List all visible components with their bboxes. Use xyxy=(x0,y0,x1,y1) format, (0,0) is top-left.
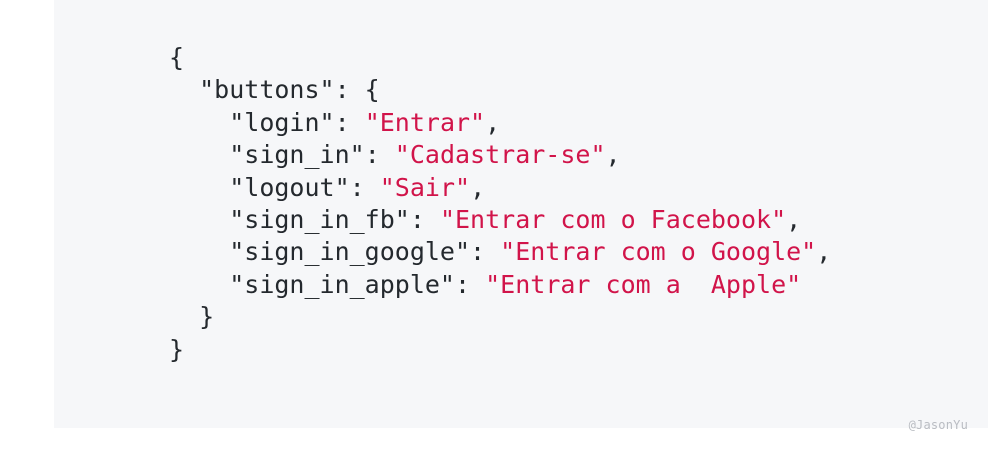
code-line-entry: "login": "Entrar", xyxy=(229,107,501,137)
code-line-outer-close: } xyxy=(169,334,831,366)
entry-trail: , xyxy=(470,172,486,202)
watermark: @JasonYu xyxy=(908,418,968,432)
entry-key: "sign_in" xyxy=(229,140,365,170)
outer-close-brace: } xyxy=(169,334,185,364)
entry-value: "Entrar" xyxy=(364,107,486,137)
entry-key: "sign_in_fb" xyxy=(229,204,410,234)
open-brace: { xyxy=(169,43,185,72)
code-line-entry: "sign_in_apple": "Entrar com a Apple" xyxy=(229,269,802,299)
entry-value: "Entrar com o Facebook" xyxy=(439,204,787,234)
entry-value: "Cadastrar-se" xyxy=(394,140,606,170)
entry-key: "logout" xyxy=(229,172,350,202)
inner-close-brace: } xyxy=(199,302,215,332)
code-line-open-brace: { xyxy=(169,42,831,74)
code-line-inner-close: } xyxy=(169,301,831,333)
code-line-entry: "sign_in_google": "Entrar com o Google", xyxy=(229,237,832,267)
entry-trail: , xyxy=(605,140,621,170)
buttons-open: : { xyxy=(334,75,380,105)
entry-value: "Sair" xyxy=(379,172,471,202)
buttons-key: "buttons" xyxy=(199,75,335,105)
entry-trail: , xyxy=(786,204,802,234)
json-code-block: { "buttons": { "login": "Entrar", "sign_… xyxy=(169,42,831,366)
code-line-entry: "logout": "Sair", xyxy=(229,172,486,202)
code-line-entry: "sign_in_fb": "Entrar com o Facebook", xyxy=(229,204,802,234)
entry-key: "sign_in_apple" xyxy=(229,269,455,299)
code-line-entry: "sign_in": "Cadastrar-se", xyxy=(229,140,621,170)
code-line-buttons: "buttons": { xyxy=(169,74,831,106)
entry-key: "sign_in_google" xyxy=(229,237,471,267)
code-panel: { "buttons": { "login": "Entrar", "sign_… xyxy=(54,0,988,428)
entry-trail: , xyxy=(485,107,501,137)
entry-value: "Entrar com a Apple" xyxy=(485,269,802,299)
entry-trail: , xyxy=(816,237,832,267)
entry-value: "Entrar com o Google" xyxy=(500,237,817,267)
entry-key: "login" xyxy=(229,107,335,137)
